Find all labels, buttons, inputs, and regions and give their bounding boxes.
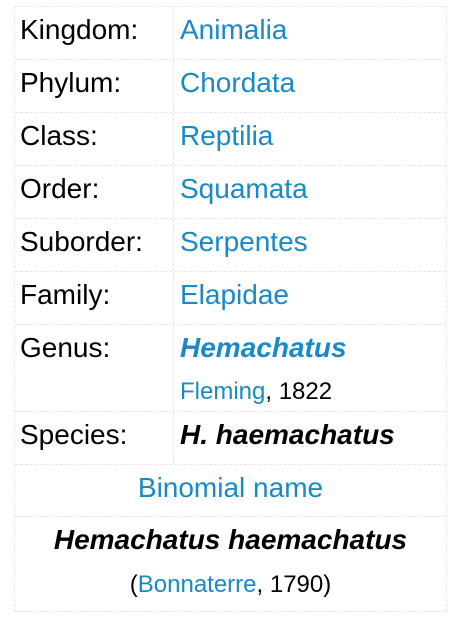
species-value: H. haemachatus [180, 419, 395, 450]
taxobox: Kingdom: Animalia Phylum: Chordata Class… [14, 6, 447, 612]
class-link[interactable]: Reptilia [180, 120, 273, 151]
species-value-cell: H. haemachatus [174, 412, 446, 464]
phylum-label: Phylum: [15, 60, 174, 112]
binomial-authority-year: , 1790) [256, 571, 332, 598]
class-value-cell: Reptilia [174, 113, 446, 165]
class-label: Class: [15, 113, 174, 165]
binomial-authority: (Bonnaterre, 1790) [130, 571, 331, 599]
family-label: Family: [15, 272, 174, 324]
class-row: Class: Reptilia [15, 112, 446, 165]
genus-authority-year: , 1822 [265, 378, 333, 405]
suborder-row: Suborder: Serpentes [15, 218, 446, 271]
genus-label: Genus: [15, 325, 174, 411]
family-value-cell: Elapidae [174, 272, 446, 324]
family-link[interactable]: Elapidae [180, 279, 289, 310]
order-row: Order: Squamata [15, 165, 446, 218]
binomial-row: Hemachatus haemachatus (Bonnaterre, 1790… [15, 516, 446, 612]
binomial-header-row: Binomial name [15, 464, 446, 516]
order-link[interactable]: Squamata [180, 173, 308, 204]
genus-row: Genus: Hemachatus Fleming, 1822 [15, 324, 446, 411]
species-label: Species: [15, 412, 174, 464]
order-label: Order: [15, 166, 174, 218]
binomial-name: Hemachatus haemachatus [53, 524, 408, 555]
kingdom-row: Kingdom: Animalia [15, 6, 446, 59]
suborder-link[interactable]: Serpentes [180, 226, 308, 257]
kingdom-label: Kingdom: [15, 7, 174, 59]
species-row: Species: H. haemachatus [15, 411, 446, 464]
suborder-label: Suborder: [15, 219, 174, 271]
phylum-link[interactable]: Chordata [180, 67, 295, 98]
phylum-value-cell: Chordata [174, 60, 446, 112]
order-value-cell: Squamata [174, 166, 446, 218]
suborder-value-cell: Serpentes [174, 219, 446, 271]
binomial-authority-open-paren: ( [129, 571, 138, 598]
genus-authority: Fleming, 1822 [180, 378, 446, 406]
genus-value-cell: Hemachatus Fleming, 1822 [174, 325, 446, 411]
phylum-row: Phylum: Chordata [15, 59, 446, 112]
kingdom-value-cell: Animalia [174, 7, 446, 59]
binomial-authority-link[interactable]: Bonnaterre [138, 571, 257, 598]
kingdom-link[interactable]: Animalia [180, 14, 287, 45]
genus-link[interactable]: Hemachatus [180, 332, 347, 363]
family-row: Family: Elapidae [15, 271, 446, 324]
genus-authority-link[interactable]: Fleming [180, 378, 265, 405]
binomial-name-header-link[interactable]: Binomial name [138, 472, 323, 516]
